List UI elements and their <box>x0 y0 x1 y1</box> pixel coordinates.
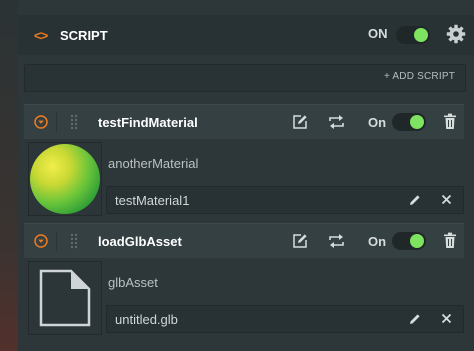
script-component-panel: <> SCRIPT ON + ADD SCRIPT testFindMateri… <box>18 8 474 351</box>
script-name: loadGlbAsset <box>98 234 182 249</box>
script-name: testFindMaterial <box>98 115 198 130</box>
trash-icon[interactable] <box>443 232 457 249</box>
separator <box>56 112 57 132</box>
asset-thumbnail[interactable] <box>28 261 102 335</box>
script-on-label: On <box>368 234 387 249</box>
swap-script-icon[interactable] <box>328 114 345 130</box>
script-enable-toggle[interactable] <box>392 113 426 131</box>
drag-handle-icon[interactable] <box>70 114 78 130</box>
code-icon: <> <box>34 27 48 43</box>
file-icon <box>39 269 91 327</box>
script-enable-toggle[interactable] <box>392 232 426 250</box>
pencil-icon[interactable] <box>409 194 421 206</box>
asset-picker-field[interactable]: untitled.glb <box>106 305 464 333</box>
edit-script-icon[interactable] <box>292 114 308 130</box>
close-icon[interactable] <box>441 313 452 324</box>
left-edge <box>0 0 18 351</box>
separator <box>56 231 57 251</box>
edit-script-icon[interactable] <box>292 233 308 249</box>
add-script-bar: + ADD SCRIPT <box>24 64 466 92</box>
drag-handle-icon[interactable] <box>70 233 78 249</box>
asset-value: untitled.glb <box>115 312 178 327</box>
component-on-label: ON <box>368 26 388 41</box>
script-component-header[interactable]: <> SCRIPT ON <box>18 15 474 55</box>
material-sphere-preview <box>30 144 100 214</box>
script-entry-header: loadGlbAsset On <box>24 223 464 258</box>
attribute-label: anotherMaterial <box>108 156 199 171</box>
asset-value: testMaterial1 <box>115 193 190 208</box>
script-on-label: On <box>368 115 387 130</box>
component-title: SCRIPT <box>60 27 108 43</box>
top-edge <box>18 0 474 8</box>
pencil-icon[interactable] <box>409 313 421 325</box>
toggle-knob <box>410 234 424 248</box>
swap-script-icon[interactable] <box>328 233 345 249</box>
toggle-knob <box>414 28 428 42</box>
toggle-knob <box>410 115 424 129</box>
material-thumbnail[interactable] <box>28 142 102 216</box>
collapse-icon[interactable] <box>34 234 48 248</box>
trash-icon[interactable] <box>443 113 457 130</box>
attribute-label: glbAsset <box>108 275 158 290</box>
script-entry-header: testFindMaterial On <box>24 104 464 139</box>
add-script-button[interactable]: + ADD SCRIPT <box>384 71 455 82</box>
asset-picker-field[interactable]: testMaterial1 <box>106 186 464 214</box>
component-enable-toggle[interactable] <box>396 26 430 44</box>
close-icon[interactable] <box>441 194 452 205</box>
collapse-icon[interactable] <box>34 115 48 129</box>
gear-icon[interactable] <box>446 24 466 44</box>
